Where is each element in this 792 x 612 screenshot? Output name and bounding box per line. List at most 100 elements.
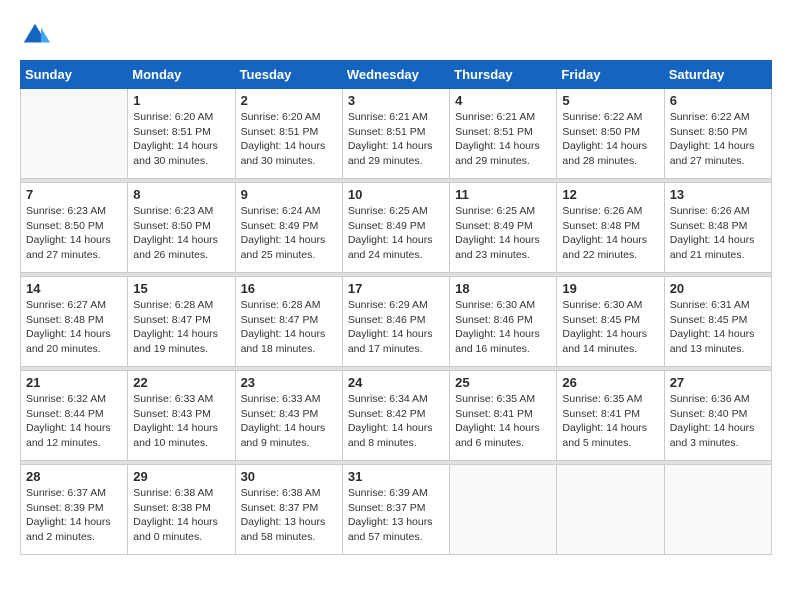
day-number: 19 [562, 281, 658, 296]
day-info: Sunrise: 6:31 AM Sunset: 8:45 PM Dayligh… [670, 298, 766, 357]
day-number: 8 [133, 187, 229, 202]
calendar-week-row: 28 Sunrise: 6:37 AM Sunset: 8:39 PM Dayli… [21, 465, 772, 555]
logo-icon [20, 20, 50, 50]
calendar-cell: 26Sunrise: 6:35 AM Sunset: 8:41 PM Dayli… [557, 371, 664, 461]
calendar-cell: 22Sunrise: 6:33 AM Sunset: 8:43 PM Dayli… [128, 371, 235, 461]
calendar-cell: 18 Sunrise: 6:30 AM Sunset: 8:46 PM Dayli… [450, 277, 557, 367]
day-info: Sunrise: 6:28 AM Sunset: 8:47 PM Dayligh… [241, 298, 337, 357]
day-info: Sunrise: 6:20 AM Sunset: 8:51 PM Dayligh… [133, 110, 229, 169]
calendar-cell: 21Sunrise: 6:32 AM Sunset: 8:44 PM Dayli… [21, 371, 128, 461]
day-info: Sunrise: 6:39 AM Sunset: 8:37 PM Dayligh… [348, 486, 444, 545]
calendar-cell: 14 Sunrise: 6:27 AM Sunset: 8:48 PM Dayli… [21, 277, 128, 367]
calendar-cell: 24 Sunrise: 6:34 AM Sunset: 8:42 PM Dayli… [342, 371, 449, 461]
day-number: 11 [455, 187, 551, 202]
day-number: 27 [670, 375, 766, 390]
day-info: Sunrise: 6:23 AM Sunset: 8:50 PM Dayligh… [133, 204, 229, 263]
day-number: 12 [562, 187, 658, 202]
calendar-cell: 3 Sunrise: 6:21 AM Sunset: 8:51 PM Daylig… [342, 89, 449, 179]
day-number: 2 [241, 93, 337, 108]
day-number: 7 [26, 187, 122, 202]
calendar-cell: 12 Sunrise: 6:26 AM Sunset: 8:48 PM Dayli… [557, 183, 664, 273]
calendar-cell: 25 Sunrise: 6:35 AM Sunset: 8:41 PM Dayli… [450, 371, 557, 461]
day-info: Sunrise: 6:38 AM Sunset: 8:38 PM Dayligh… [133, 486, 229, 545]
calendar-cell: 11 Sunrise: 6:25 AM Sunset: 8:49 PM Dayli… [450, 183, 557, 273]
day-number: 10 [348, 187, 444, 202]
calendar-cell [557, 465, 664, 555]
day-info: Sunrise: 6:29 AM Sunset: 8:46 PM Dayligh… [348, 298, 444, 357]
day-info: Sunrise: 6:28 AM Sunset: 8:47 PM Dayligh… [133, 298, 229, 357]
day-info: Sunrise: 6:26 AM Sunset: 8:48 PM Dayligh… [670, 204, 766, 263]
day-number: 14 [26, 281, 122, 296]
calendar-cell: 20Sunrise: 6:31 AM Sunset: 8:45 PM Dayli… [664, 277, 771, 367]
calendar-cell: 17 Sunrise: 6:29 AM Sunset: 8:46 PM Dayli… [342, 277, 449, 367]
header-saturday: Saturday [664, 61, 771, 89]
day-info: Sunrise: 6:21 AM Sunset: 8:51 PM Dayligh… [455, 110, 551, 169]
day-number: 4 [455, 93, 551, 108]
page-header [20, 20, 772, 50]
day-number: 5 [562, 93, 658, 108]
day-number: 31 [348, 469, 444, 484]
calendar-week-row: 14 Sunrise: 6:27 AM Sunset: 8:48 PM Dayli… [21, 277, 772, 367]
day-info: Sunrise: 6:24 AM Sunset: 8:49 PM Dayligh… [241, 204, 337, 263]
calendar-cell: 10 Sunrise: 6:25 AM Sunset: 8:49 PM Dayli… [342, 183, 449, 273]
header-sunday: Sunday [21, 61, 128, 89]
calendar-cell: 9Sunrise: 6:24 AM Sunset: 8:49 PM Daylig… [235, 183, 342, 273]
calendar-cell: 5 Sunrise: 6:22 AM Sunset: 8:50 PM Daylig… [557, 89, 664, 179]
day-info: Sunrise: 6:33 AM Sunset: 8:43 PM Dayligh… [241, 392, 337, 451]
header-friday: Friday [557, 61, 664, 89]
day-info: Sunrise: 6:32 AM Sunset: 8:44 PM Dayligh… [26, 392, 122, 451]
calendar-cell: 28 Sunrise: 6:37 AM Sunset: 8:39 PM Dayli… [21, 465, 128, 555]
calendar-cell: 13 Sunrise: 6:26 AM Sunset: 8:48 PM Dayli… [664, 183, 771, 273]
header-wednesday: Wednesday [342, 61, 449, 89]
day-number: 1 [133, 93, 229, 108]
calendar-header-row: Sunday Monday Tuesday Wednesday Thursday… [21, 61, 772, 89]
day-info: Sunrise: 6:21 AM Sunset: 8:51 PM Dayligh… [348, 110, 444, 169]
day-info: Sunrise: 6:25 AM Sunset: 8:49 PM Dayligh… [348, 204, 444, 263]
day-info: Sunrise: 6:26 AM Sunset: 8:48 PM Dayligh… [562, 204, 658, 263]
calendar-cell: 6 Sunrise: 6:22 AM Sunset: 8:50 PM Daylig… [664, 89, 771, 179]
day-number: 23 [241, 375, 337, 390]
day-info: Sunrise: 6:27 AM Sunset: 8:48 PM Dayligh… [26, 298, 122, 357]
calendar-cell: 2Sunrise: 6:20 AM Sunset: 8:51 PM Daylig… [235, 89, 342, 179]
day-info: Sunrise: 6:23 AM Sunset: 8:50 PM Dayligh… [26, 204, 122, 263]
day-number: 3 [348, 93, 444, 108]
calendar-cell: 4 Sunrise: 6:21 AM Sunset: 8:51 PM Daylig… [450, 89, 557, 179]
calendar-cell: 19 Sunrise: 6:30 AM Sunset: 8:45 PM Dayli… [557, 277, 664, 367]
day-info: Sunrise: 6:25 AM Sunset: 8:49 PM Dayligh… [455, 204, 551, 263]
day-number: 28 [26, 469, 122, 484]
day-info: Sunrise: 6:35 AM Sunset: 8:41 PM Dayligh… [455, 392, 551, 451]
header-monday: Monday [128, 61, 235, 89]
day-number: 15 [133, 281, 229, 296]
day-number: 13 [670, 187, 766, 202]
calendar-cell [450, 465, 557, 555]
header-thursday: Thursday [450, 61, 557, 89]
header-tuesday: Tuesday [235, 61, 342, 89]
day-number: 29 [133, 469, 229, 484]
calendar-cell: 27Sunrise: 6:36 AM Sunset: 8:40 PM Dayli… [664, 371, 771, 461]
day-info: Sunrise: 6:30 AM Sunset: 8:45 PM Dayligh… [562, 298, 658, 357]
day-info: Sunrise: 6:22 AM Sunset: 8:50 PM Dayligh… [562, 110, 658, 169]
day-number: 24 [348, 375, 444, 390]
day-number: 6 [670, 93, 766, 108]
day-number: 17 [348, 281, 444, 296]
day-info: Sunrise: 6:22 AM Sunset: 8:50 PM Dayligh… [670, 110, 766, 169]
calendar-cell: 15 Sunrise: 6:28 AM Sunset: 8:47 PM Dayli… [128, 277, 235, 367]
logo [20, 20, 54, 50]
day-info: Sunrise: 6:38 AM Sunset: 8:37 PM Dayligh… [241, 486, 337, 545]
day-number: 26 [562, 375, 658, 390]
day-number: 18 [455, 281, 551, 296]
calendar-cell: 29 Sunrise: 6:38 AM Sunset: 8:38 PM Dayli… [128, 465, 235, 555]
calendar-cell [21, 89, 128, 179]
calendar-cell [664, 465, 771, 555]
calendar-cell: 23 Sunrise: 6:33 AM Sunset: 8:43 PM Dayli… [235, 371, 342, 461]
calendar-cell: 1 Sunrise: 6:20 AM Sunset: 8:51 PM Daylig… [128, 89, 235, 179]
day-info: Sunrise: 6:33 AM Sunset: 8:43 PM Dayligh… [133, 392, 229, 451]
day-number: 25 [455, 375, 551, 390]
calendar-week-row: 21Sunrise: 6:32 AM Sunset: 8:44 PM Dayli… [21, 371, 772, 461]
day-number: 16 [241, 281, 337, 296]
calendar-week-row: 7 Sunrise: 6:23 AM Sunset: 8:50 PM Daylig… [21, 183, 772, 273]
day-info: Sunrise: 6:37 AM Sunset: 8:39 PM Dayligh… [26, 486, 122, 545]
day-info: Sunrise: 6:34 AM Sunset: 8:42 PM Dayligh… [348, 392, 444, 451]
day-info: Sunrise: 6:30 AM Sunset: 8:46 PM Dayligh… [455, 298, 551, 357]
calendar-cell: 16 Sunrise: 6:28 AM Sunset: 8:47 PM Dayli… [235, 277, 342, 367]
